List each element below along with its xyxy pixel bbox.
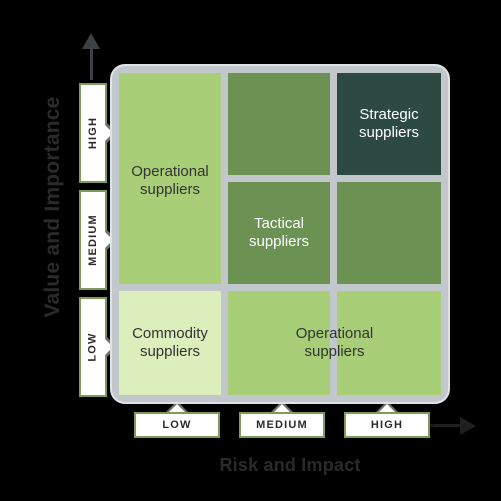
y-axis-title: Value and Importance (41, 96, 64, 318)
matrix-grid: Strategic suppliers Tactical suppliers C… (119, 73, 441, 395)
matrix-cell-low-medium[interactable] (228, 291, 330, 395)
matrix-cell-high-high-label: Strategic suppliers (358, 105, 420, 141)
supplier-positioning-matrix: Value and Importance Risk and Impact HIG… (0, 0, 501, 501)
matrix-cell-high-medium[interactable] (228, 73, 330, 175)
matrix-cell-low-high[interactable] (337, 291, 441, 395)
x-axis-tick-medium-label: MEDIUM (256, 419, 308, 431)
y-axis-tick-low-label: LOW (87, 332, 100, 362)
y-axis-tick-medium-label: MEDIUM (87, 214, 99, 266)
x-axis-title: Risk and Impact (219, 455, 361, 475)
x-axis-tick-high-notch-inner (379, 404, 395, 412)
matrix-cell-medium-high[interactable] (337, 182, 441, 284)
matrix-cell-medium-medium-label: Tactical suppliers (248, 214, 310, 250)
right-arrow-icon-shaft (430, 424, 462, 427)
x-axis-tick-low-label: LOW (162, 419, 192, 431)
right-arrow-icon (460, 417, 476, 435)
x-axis-tick-low: LOW (134, 412, 220, 438)
y-axis-tick-low: LOW (79, 297, 107, 397)
up-arrow-icon (82, 33, 100, 49)
matrix-cell-high-low[interactable] (119, 73, 221, 284)
matrix-cell-low-low-label: Commodity suppliers (132, 324, 208, 360)
up-arrow-icon-shaft (90, 48, 93, 80)
matrix-cell-high-high[interactable]: Strategic suppliers (337, 73, 441, 175)
y-axis-tick-high-label: HIGH (87, 116, 99, 150)
y-axis-tick-medium: MEDIUM (79, 190, 107, 290)
x-axis-tick-low-notch-inner (169, 404, 185, 412)
matrix-frame: Strategic suppliers Tactical suppliers C… (112, 66, 448, 402)
x-axis-tick-high: HIGH (344, 412, 430, 438)
matrix-cell-medium-medium[interactable]: Tactical suppliers (228, 182, 330, 284)
x-axis-tick-medium: MEDIUM (239, 412, 325, 438)
matrix-cell-low-low[interactable]: Commodity suppliers (119, 291, 221, 395)
x-axis-tick-high-label: HIGH (370, 419, 404, 431)
x-axis-tick-medium-notch-inner (274, 404, 290, 412)
y-axis-tick-high: HIGH (79, 83, 107, 183)
